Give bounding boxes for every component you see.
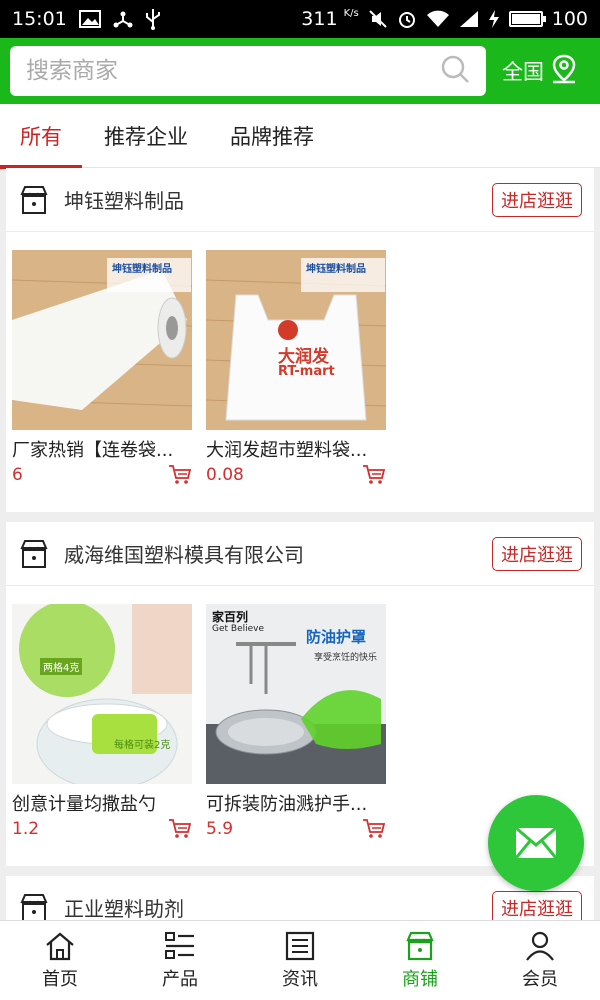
alarm-icon: [397, 9, 417, 29]
nav-label: 产品: [162, 968, 198, 990]
bottom-navigation: 首页 产品 资讯 商铺 会员: [0, 920, 600, 1000]
category-tabs: 所有 推荐企业 品牌推荐: [0, 104, 600, 169]
usb-icon: [145, 8, 161, 30]
image-brand-text: 坤钰塑料制品: [306, 264, 366, 275]
wifi-icon: [426, 10, 450, 28]
guard-brand-en-text: Get Believe: [212, 624, 265, 634]
status-time: 15:01: [12, 8, 67, 30]
product-image-salt-spoon[interactable]: 两格4克 每格可装2克: [12, 604, 192, 784]
nav-shops[interactable]: 商铺: [360, 921, 480, 1000]
nav-products[interactable]: 产品: [120, 921, 240, 1000]
spoon-tag-text: 两格4克: [40, 658, 83, 675]
nav-label: 商铺: [402, 968, 438, 990]
shop-header[interactable]: 威海维国塑料模具有限公司 进店逛逛: [6, 522, 594, 586]
battery-level: 100: [551, 8, 588, 30]
shop-icon: [406, 931, 434, 960]
product-title: 可拆装防油溅护手...: [206, 794, 368, 815]
message-float-button[interactable]: [488, 795, 584, 891]
region-selector[interactable]: 全国: [502, 54, 578, 89]
home-icon: [46, 932, 74, 960]
product-image-oil-guard[interactable]: 家百列 Get Believe 防油护罩 享受烹饪的快乐: [206, 604, 386, 784]
enter-shop-button[interactable]: 进店逛逛: [492, 890, 582, 920]
nav-label: 会员: [522, 968, 558, 990]
store-icon: [20, 185, 48, 214]
tab-all[interactable]: 所有: [0, 104, 82, 169]
guard-title-text: 防油护罩: [306, 628, 367, 646]
shop-name: 威海维国塑料模具有限公司: [64, 543, 304, 567]
search-input[interactable]: [26, 58, 440, 84]
product-card[interactable]: 坤钰塑料制品 大润发 RT-mart 大润发超市塑料袋... 0.08: [206, 250, 386, 486]
store-icon: [20, 539, 48, 568]
image-brand-text: 坤钰塑料制品: [112, 264, 172, 275]
spoon-tag-text: 每格可装2克: [114, 740, 171, 751]
product-title: 创意计量均撒盐勺: [12, 794, 156, 815]
battery-icon: [508, 11, 546, 27]
network-speed: 311 K/s: [301, 8, 359, 30]
product-price: 0.08: [206, 465, 244, 485]
shop-header[interactable]: 正业塑料助剂 进店逛逛: [6, 876, 594, 920]
product-card[interactable]: 家百列 Get Believe 防油护罩 享受烹饪的快乐 可拆装防油溅护手...…: [206, 604, 386, 840]
member-icon: [526, 931, 554, 961]
search-header: 全国: [0, 38, 600, 104]
product-price: 1.2: [12, 819, 40, 839]
signal-icon: [459, 10, 479, 28]
tab-recommended-companies[interactable]: 推荐企业: [104, 104, 188, 168]
product-image-shopping-bag[interactable]: 坤钰塑料制品 大润发 RT-mart: [206, 250, 386, 430]
shop-name: 正业塑料助剂: [64, 897, 184, 920]
nav-label: 首页: [42, 968, 78, 990]
share-icon: [113, 9, 133, 29]
shop-name: 坤钰塑料制品: [64, 189, 184, 213]
nav-member[interactable]: 会员: [480, 921, 600, 1000]
product-row: 坤钰塑料制品 厂家热销【连卷袋... 6 坤钰塑料制品 大润发 RT-mart …: [6, 232, 594, 512]
cart-icon[interactable]: [362, 464, 386, 486]
enter-shop-button[interactable]: 进店逛逛: [492, 536, 582, 571]
product-title: 大润发超市塑料袋...: [206, 440, 368, 461]
nav-label: 资讯: [282, 968, 318, 990]
product-card[interactable]: 坤钰塑料制品 厂家热销【连卷袋... 6: [12, 250, 192, 486]
product-price: 5.9: [206, 819, 234, 839]
product-image-roll-bag[interactable]: 坤钰塑料制品: [12, 250, 192, 430]
shop-header[interactable]: 坤钰塑料制品 进店逛逛: [6, 168, 594, 232]
shop-card: 正业塑料助剂 进店逛逛: [6, 876, 594, 920]
mute-icon: [368, 9, 388, 29]
store-icon: [20, 893, 48, 920]
status-bar: 15:01 311 K/s 100: [0, 0, 600, 38]
search-icon[interactable]: [440, 54, 470, 88]
product-card[interactable]: 两格4克 每格可装2克 创意计量均撒盐勺 1.2: [12, 604, 192, 840]
guard-brand-text: 家百列: [212, 610, 249, 624]
product-price: 6: [12, 465, 23, 485]
news-icon: [285, 931, 315, 960]
location-pin-icon: [550, 54, 578, 89]
cart-icon[interactable]: [362, 818, 386, 840]
enter-shop-button[interactable]: 进店逛逛: [492, 182, 582, 217]
nav-news[interactable]: 资讯: [240, 921, 360, 1000]
tab-brand-recommendations[interactable]: 品牌推荐: [230, 104, 314, 168]
charging-icon: [488, 9, 500, 29]
shop-card: 坤钰塑料制品 进店逛逛 坤钰塑料制品 厂家热销【连卷袋... 6 坤钰塑料制品 …: [6, 168, 594, 512]
search-box[interactable]: [10, 46, 486, 96]
product-list-icon: [165, 931, 194, 959]
region-label: 全国: [502, 60, 544, 84]
product-title: 厂家热销【连卷袋...: [12, 440, 174, 461]
nav-home[interactable]: 首页: [0, 921, 120, 1000]
image-icon: [78, 10, 101, 28]
bag-brand-en-text: RT-mart: [278, 364, 335, 379]
guard-sub-text: 享受烹饪的快乐: [314, 653, 378, 663]
cart-icon[interactable]: [168, 464, 192, 486]
mail-icon: [515, 827, 557, 859]
cart-icon[interactable]: [168, 818, 192, 840]
